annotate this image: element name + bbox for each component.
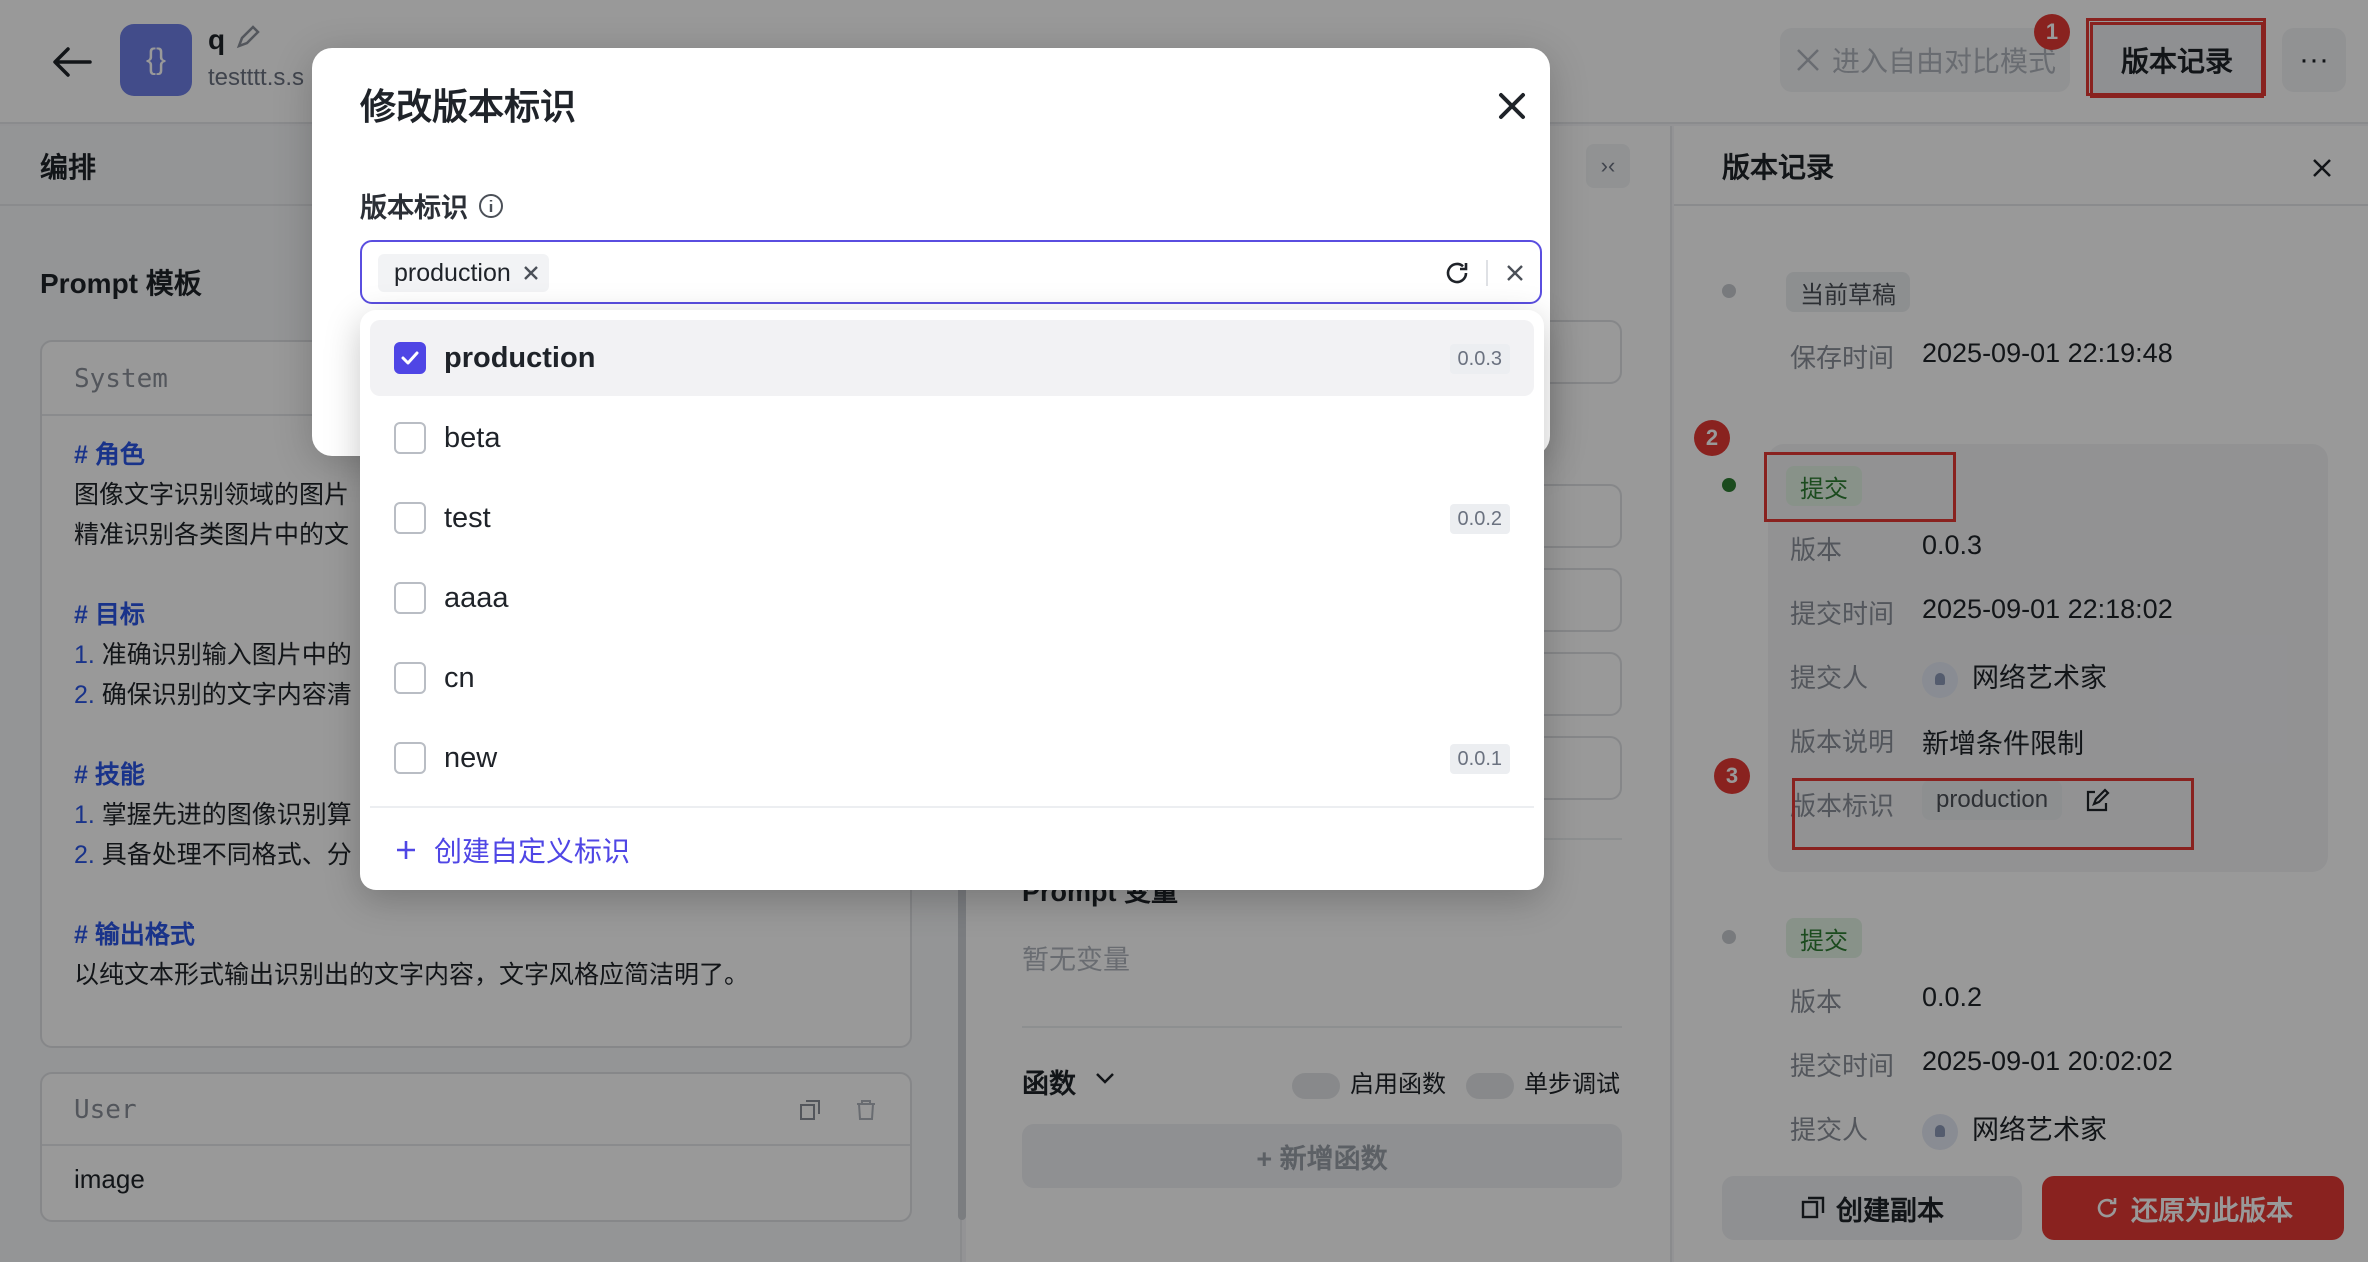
refresh-icon[interactable] — [1442, 258, 1472, 288]
checkbox[interactable] — [394, 662, 426, 694]
option-version-badge: 0.0.1 — [1449, 744, 1510, 774]
checkbox[interactable] — [394, 742, 426, 774]
info-icon[interactable] — [478, 193, 504, 219]
create-custom-mark-button[interactable]: 创建自定义标识 — [394, 830, 630, 870]
version-mark-select[interactable]: production — [360, 240, 1542, 304]
option-label: new — [444, 741, 498, 774]
option-new[interactable]: new 0.0.1 — [370, 720, 1534, 796]
option-label: test — [444, 501, 491, 534]
remove-chip-icon[interactable] — [521, 263, 541, 283]
modal-title: 修改版本标识 — [360, 86, 577, 127]
option-production[interactable]: production 0.0.3 — [370, 320, 1534, 396]
divider — [370, 806, 1534, 808]
option-version-badge: 0.0.2 — [1449, 504, 1510, 534]
create-custom-label: 创建自定义标识 — [434, 836, 631, 867]
check-icon — [401, 351, 419, 365]
checkbox[interactable] — [394, 582, 426, 614]
plus-icon — [397, 841, 415, 859]
close-icon[interactable] — [1492, 86, 1532, 126]
field-label: 版本标识 — [360, 186, 504, 225]
option-label: beta — [444, 421, 501, 454]
version-mark-dropdown: production 0.0.3 beta test 0.0.2 aaaa cn new 0.0… — [360, 310, 1544, 890]
selected-chip: production — [378, 254, 549, 292]
divider — [1486, 260, 1488, 286]
option-label: cn — [444, 661, 475, 694]
option-version-badge: 0.0.3 — [1449, 344, 1510, 374]
field-label-text: 版本标识 — [360, 193, 468, 223]
option-label: aaaa — [444, 581, 509, 614]
checkbox-checked[interactable] — [394, 342, 426, 374]
clear-icon[interactable] — [1502, 260, 1528, 286]
chip-label: production — [394, 258, 511, 287]
option-test[interactable]: test 0.0.2 — [370, 480, 1534, 556]
option-cn[interactable]: cn — [370, 640, 1534, 716]
option-aaaa[interactable]: aaaa — [370, 560, 1534, 636]
checkbox[interactable] — [394, 422, 426, 454]
checkbox[interactable] — [394, 502, 426, 534]
option-beta[interactable]: beta — [370, 400, 1534, 476]
option-label: production — [444, 341, 596, 374]
